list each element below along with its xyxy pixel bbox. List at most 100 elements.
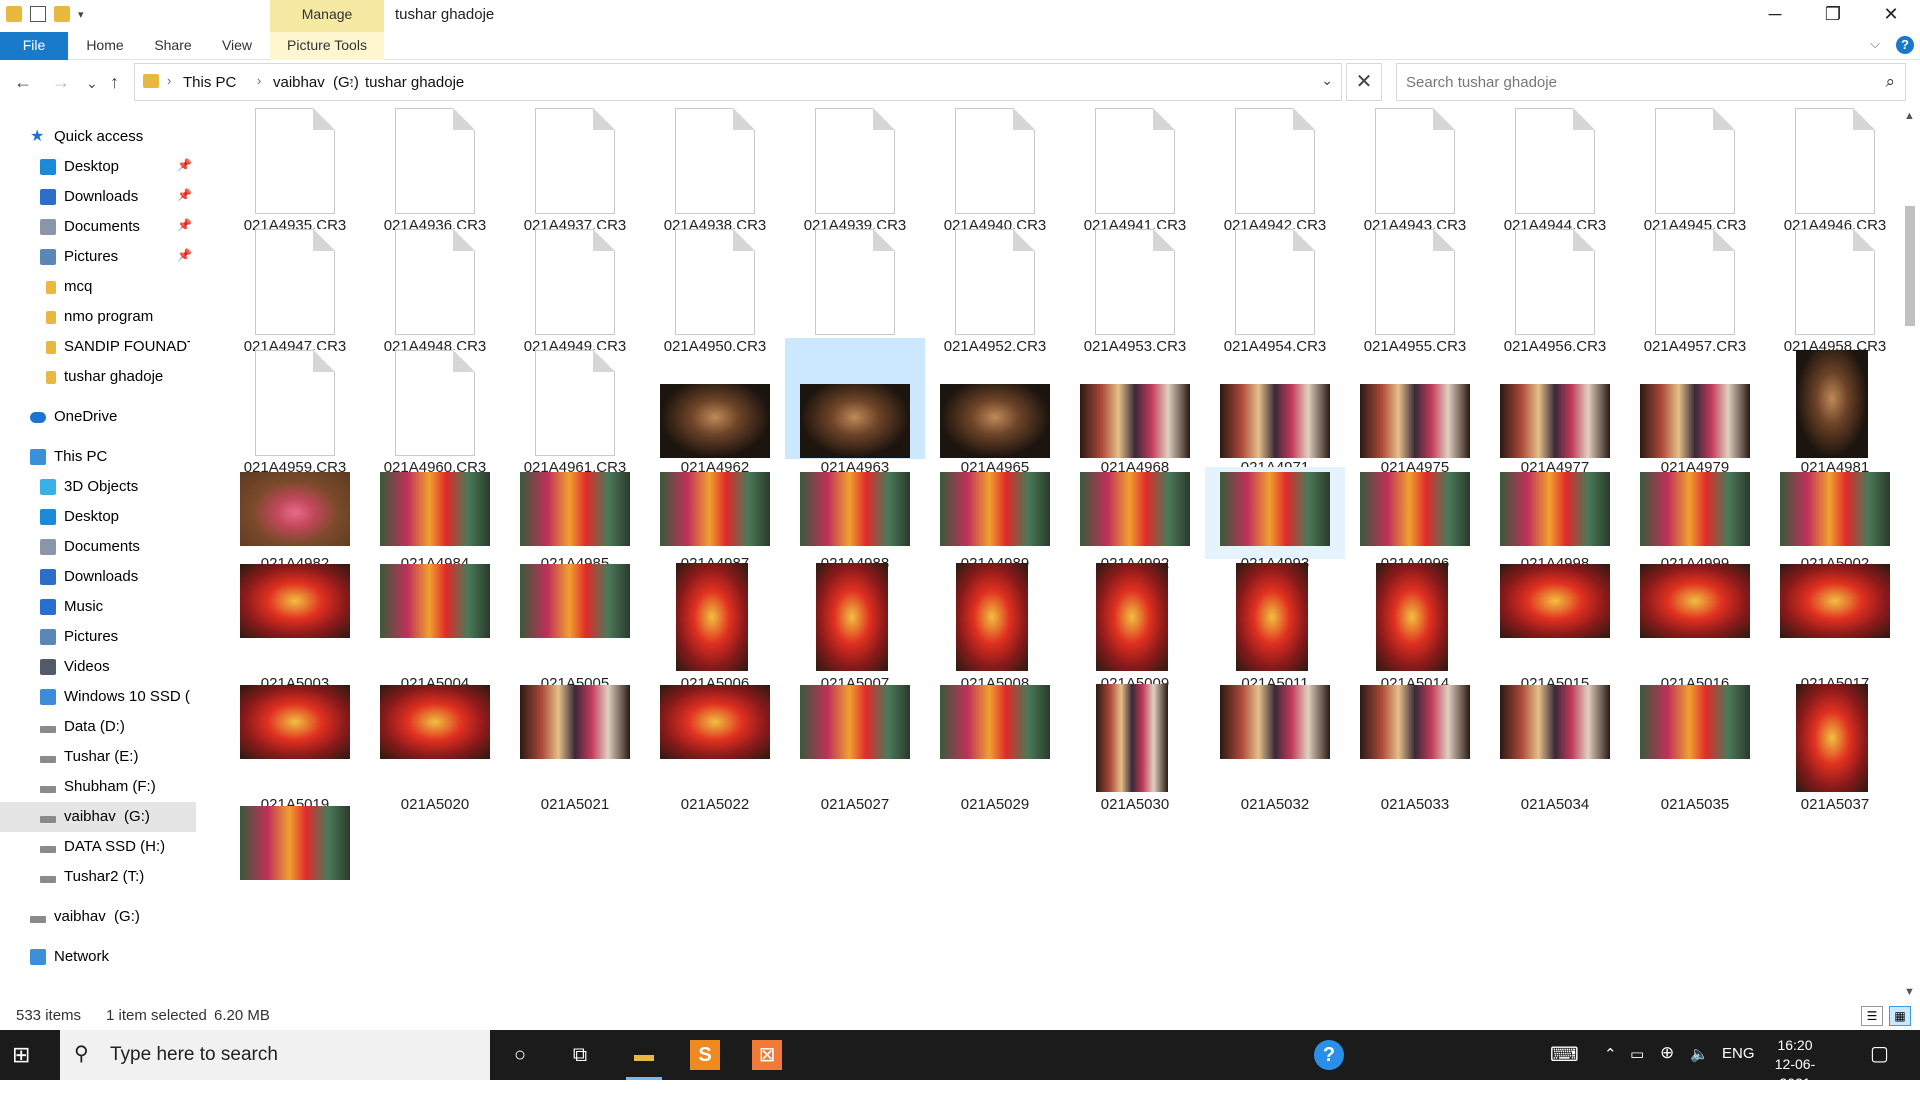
cortana-icon[interactable]: ○ [504,1040,536,1070]
nav-item[interactable]: tushar ghadoje [0,362,196,392]
maximize-button[interactable]: ❐ [1804,0,1862,30]
nav-item[interactable]: Pictures 📌 [0,242,196,272]
tab-home[interactable]: Home [70,32,140,60]
file-tile[interactable]: 021A4977 [1485,338,1625,476]
notifications-icon[interactable]: ▢ [1870,1041,1889,1066]
file-tile[interactable]: 021A5022 [645,680,785,813]
nav-item[interactable]: Desktop 📌 [0,152,196,182]
file-tile[interactable]: 021A4981 [1765,338,1900,476]
nav-item[interactable]: Windows 10 SSD (C [0,682,196,712]
file-tile[interactable]: 021A4962 [645,338,785,476]
breadcrumb-drive[interactable]: vaibhav (G:) [273,74,359,91]
nav-item[interactable]: Videos [0,652,196,682]
file-tile[interactable]: 021A5008 [925,559,1065,692]
file-tile[interactable]: 021A4945.CR3 [1625,108,1765,234]
breadcrumb-this-pc[interactable]: This PC [183,74,236,91]
properties-icon[interactable] [30,6,46,22]
nav-item[interactable]: Music [0,592,196,622]
back-arrow-icon[interactable]: ← [14,72,32,93]
taskbar-search[interactable]: ⚲ Type here to search [60,1030,490,1080]
nav-item[interactable]: Tushar (E:) [0,742,196,772]
file-tile[interactable]: 021A4998 [1485,467,1625,572]
file-tile[interactable]: 021A4940.CR3 [925,108,1065,234]
nav-item[interactable]: 3D Objects [0,472,196,502]
file-tile[interactable]: 021A5014 [1345,559,1485,692]
tab-share[interactable]: Share [142,32,204,60]
file-tile[interactable]: 021A5037 [1765,680,1900,813]
file-tile[interactable] [225,801,365,922]
file-tile[interactable]: 021A4993 [1205,467,1345,572]
file-tile[interactable]: 021A4959.CR3 [225,338,365,476]
file-tile[interactable]: 021A4936.CR3 [365,108,505,234]
file-tile[interactable]: 021A4941.CR3 [1065,108,1205,234]
file-tile[interactable]: 021A5029 [925,680,1065,813]
scroll-thumb[interactable] [1905,206,1915,326]
nav-item[interactable]: Downloads 📌 [0,182,196,212]
nav-item[interactable]: Documents [0,532,196,562]
file-tile[interactable]: 021A4958.CR3 [1765,217,1900,355]
file-tile[interactable]: 021A4956.CR3 [1485,217,1625,355]
file-tile[interactable]: 021A5020 [365,680,505,813]
get-help-icon[interactable]: ? [1314,1040,1344,1070]
clock[interactable]: 16:20 12-06-2021 [1760,1036,1830,1093]
file-tile[interactable]: 021A4954.CR3 [1205,217,1345,355]
sublime-text-icon[interactable]: S [690,1040,720,1070]
file-tile[interactable]: 021A4947.CR3 [225,217,365,355]
file-tile[interactable]: 021A4982 [225,467,365,572]
file-tile[interactable]: 021A4951.CR3 [785,217,925,355]
file-tile[interactable]: 021A5033 [1345,680,1485,813]
touch-keyboard-icon[interactable]: ⌨ [1550,1042,1579,1067]
network-globe-icon[interactable]: ⊕ [1660,1043,1674,1063]
file-tile[interactable]: 021A5004 [365,559,505,692]
address-dropdown-icon[interactable]: ⌄ [1321,72,1333,89]
file-tile[interactable]: 021A4985 [505,467,645,572]
file-tile[interactable]: 021A4938.CR3 [645,108,785,234]
file-tile[interactable]: 021A5009 [1065,559,1205,692]
file-tile[interactable]: 021A5035 [1625,680,1765,813]
nav-item[interactable]: OneDrive [0,402,196,432]
large-icons-view-icon[interactable]: ▦ [1889,1006,1911,1026]
search-input[interactable]: Search tushar ghadoje [1406,74,1557,91]
windows-start-icon[interactable]: ⊞ [12,1042,30,1068]
nav-item[interactable]: This PC [0,442,196,472]
file-tile[interactable]: 021A5007 [785,559,925,692]
file-tile[interactable]: 021A4987 [645,467,785,572]
file-tile[interactable]: 021A4965 [925,338,1065,476]
file-tile[interactable]: 021A5021 [505,680,645,813]
task-view-icon[interactable]: ⧉ [564,1040,596,1070]
tab-view[interactable]: View [206,32,268,60]
file-explorer-icon[interactable]: ▬ [626,1040,662,1080]
file-tile[interactable]: 021A5006 [645,559,785,692]
nav-item[interactable]: vaibhav (G:) [0,802,196,832]
file-tile[interactable]: 021A4946.CR3 [1765,108,1900,234]
file-tile[interactable]: 021A4960.CR3 [365,338,505,476]
customize-toolbar-icon[interactable]: ▾ [78,8,84,21]
volume-icon[interactable]: 🔈 [1690,1045,1709,1063]
show-hidden-icons-icon[interactable]: ⌃ [1604,1045,1617,1063]
nav-item[interactable]: Tushar2 (T:) [0,862,196,892]
file-tile[interactable]: 021A4942.CR3 [1205,108,1345,234]
file-tile[interactable]: 021A4988 [785,467,925,572]
clear-address-button[interactable]: ✕ [1346,63,1382,101]
details-view-icon[interactable]: ☰ [1861,1006,1883,1026]
file-tile[interactable]: 021A4963 [785,338,925,476]
folder-icon[interactable] [6,6,22,22]
file-tile[interactable]: 021A4935.CR3 [225,108,365,234]
file-tile[interactable]: 021A4955.CR3 [1345,217,1485,355]
file-tile[interactable]: 021A5011 [1205,559,1345,692]
nav-item[interactable]: vaibhav (G:) [0,902,196,932]
file-tile[interactable]: 021A4968 [1065,338,1205,476]
nav-item[interactable]: Desktop [0,502,196,532]
file-tile[interactable]: 021A4943.CR3 [1345,108,1485,234]
minimize-button[interactable]: ─ [1746,0,1804,30]
file-tile[interactable]: 021A4948.CR3 [365,217,505,355]
tab-picture-tools[interactable]: Picture Tools [270,32,384,60]
taskbar-search-input[interactable]: Type here to search [110,1044,278,1066]
nav-item[interactable]: Documents 📌 [0,212,196,242]
file-tile[interactable]: 021A4996 [1345,467,1485,572]
nav-item[interactable]: SANDIP FOUNADTI( [0,332,196,362]
vertical-scrollbar[interactable]: ▲ ▼ [1900,108,1920,1002]
address-bar[interactable]: › This PC › vaibhav (G:) › tushar ghadoj… [134,63,1342,101]
file-tile[interactable]: 021A4979 [1625,338,1765,476]
recent-locations-icon[interactable]: ⌄ [86,75,98,92]
